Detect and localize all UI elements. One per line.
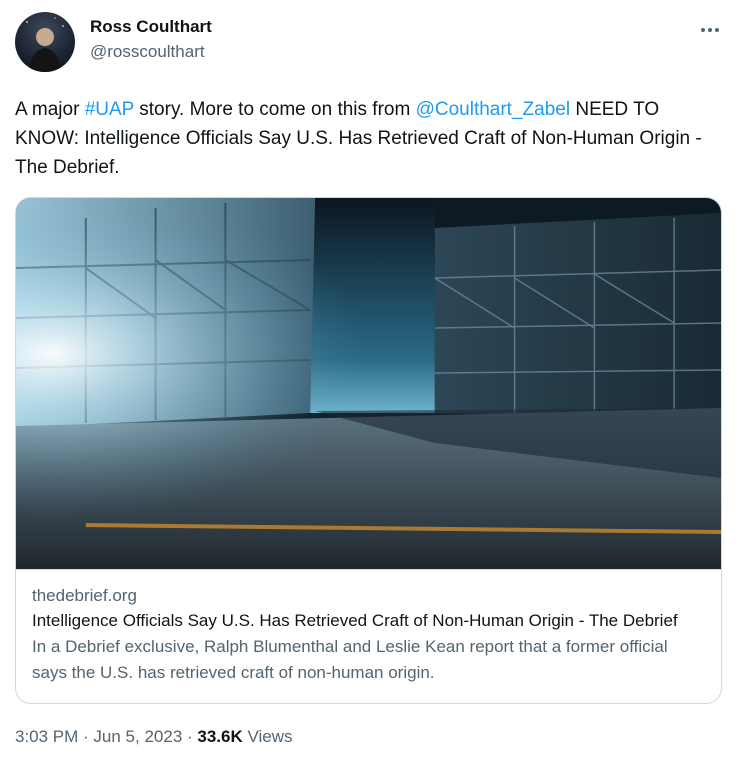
views-label: Views: [247, 727, 293, 746]
card-title: Intelligence Officials Say U.S. Has Retr…: [32, 611, 678, 630]
more-options-icon[interactable]: [698, 18, 722, 42]
tweet-meta: 3:03 PM · Jun 5, 2023 · 33.6K Views: [15, 727, 293, 746]
hashtag-link[interactable]: #UAP: [85, 99, 134, 120]
tweet-date[interactable]: Jun 5, 2023: [93, 727, 182, 746]
card-body: thedebrief.org Intelligence Officials Sa…: [16, 569, 721, 700]
tweet-text-part: A major: [15, 99, 85, 120]
card-image: [16, 198, 721, 569]
card-domain: thedebrief.org: [32, 586, 137, 605]
author-name[interactable]: Ross Coulthart: [90, 16, 212, 38]
author-block: Ross Coulthart @rosscoulthart: [90, 16, 212, 63]
card-description: In a Debrief exclusive, Ralph Blumenthal…: [32, 637, 668, 682]
avatar-photo: [26, 17, 64, 72]
tweet-time[interactable]: 3:03 PM: [15, 727, 78, 746]
avatar[interactable]: [15, 12, 75, 72]
mention-link[interactable]: @Coulthart_Zabel: [416, 99, 570, 120]
link-card[interactable]: thedebrief.org Intelligence Officials Sa…: [15, 197, 722, 704]
author-handle[interactable]: @rosscoulthart: [90, 41, 212, 63]
tweet-text-part: story. More to come on this from: [134, 99, 416, 120]
tweet-text: A major #UAP story. More to come on this…: [15, 95, 725, 182]
views-count: 33.6K: [197, 727, 243, 746]
